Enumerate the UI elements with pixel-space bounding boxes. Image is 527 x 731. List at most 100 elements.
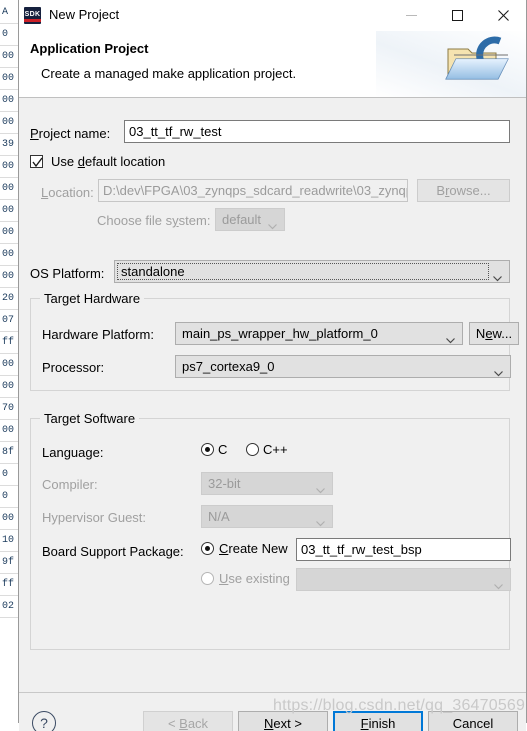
background-hex-fragment: ff: [2, 579, 15, 590]
target-software-group: Target Software Language: C C++ Compiler…: [30, 411, 511, 650]
choose-file-system-label: Choose file system:: [97, 213, 211, 228]
language-radio-cpp[interactable]: C++: [246, 442, 288, 457]
background-hex-fragment: 0: [2, 491, 9, 502]
background-hex-fragment: 00: [2, 183, 15, 194]
background-hex-fragment: 8f: [2, 447, 15, 458]
board-support-package-label: Board Support Package:: [42, 544, 184, 559]
background-hex-fragment: 00: [2, 95, 15, 106]
project-name-label: Project name:: [30, 126, 111, 141]
processor-combo[interactable]: ps7_cortexa9_0: [175, 355, 511, 378]
help-icon: ?: [40, 715, 48, 731]
dialog-footer: ? < Back Next > Finish Cancel: [19, 692, 526, 731]
background-hex-fragment: 00: [2, 359, 15, 370]
radio-cpp-icon[interactable]: [246, 443, 259, 456]
chevron-down-icon: [316, 482, 325, 495]
new-button-label: New...: [475, 326, 513, 341]
hardware-platform-label: Hardware Platform:: [42, 327, 154, 342]
minimize-icon: [405, 15, 417, 16]
hypervisor-guest-label: Hypervisor Guest:: [42, 510, 147, 525]
background-hex-fragment: 00: [2, 513, 15, 524]
hypervisor-guest-combo: N/A: [201, 505, 333, 528]
os-platform-value: standalone: [121, 264, 185, 279]
page-title: Application Project: [30, 41, 149, 56]
location-label-wrap: Location:: [41, 184, 94, 202]
cancel-label: Cancel: [452, 715, 494, 731]
background-hex-fragment: 02: [2, 601, 15, 612]
location-label: Location:: [41, 185, 94, 200]
background-hex-fragment: 39: [2, 139, 15, 150]
background-hex-fragment: 00: [2, 51, 15, 62]
compiler-label-wrap: Compiler:: [42, 476, 98, 494]
chevron-down-icon: [493, 270, 502, 283]
background-hex-fragment: 00: [2, 249, 15, 260]
radio-use-existing-icon: [201, 572, 214, 585]
help-button[interactable]: ?: [32, 711, 56, 731]
maximize-icon: [451, 10, 463, 21]
bsp-create-new-radio-row[interactable]: Create New: [201, 541, 288, 556]
background-hex-fragment: 0: [2, 29, 9, 40]
background-hex-fragment: 00: [2, 271, 15, 282]
background-hex-fragment: 0: [2, 469, 9, 480]
chevron-down-icon: [494, 578, 503, 591]
bsp-create-new-input[interactable]: 03_tt_tf_rw_test_bsp: [296, 538, 511, 561]
browse-button: Browse...: [417, 179, 510, 202]
project-name-input[interactable]: 03_tt_tf_rw_test: [124, 120, 510, 143]
bsp-label-wrap: Board Support Package:: [42, 543, 184, 561]
hardware-platform-combo[interactable]: main_ps_wrapper_hw_platform_0: [175, 322, 463, 345]
background-hex-fragment: 70: [2, 403, 15, 414]
sdk-icon-label: SDK: [24, 10, 41, 18]
finish-button[interactable]: Finish: [333, 711, 423, 731]
new-hardware-platform-button[interactable]: New...: [469, 322, 519, 345]
background-hex-fragment: 00: [2, 161, 15, 172]
os-platform-label: OS Platform:: [30, 266, 105, 281]
next-button[interactable]: Next >: [238, 711, 328, 731]
new-project-dialog: SDK New Project Application Project Crea…: [18, 0, 527, 731]
chevron-down-icon: [268, 218, 277, 231]
os-platform-combo[interactable]: standalone: [114, 260, 510, 283]
language-label-wrap: Language:: [42, 444, 103, 462]
window-controls: [388, 0, 526, 31]
checkmark-icon: [32, 157, 43, 168]
project-name-label-wrap: Project name:: [30, 125, 110, 143]
processor-value: ps7_cortexa9_0: [182, 359, 275, 374]
target-hardware-group: Target Hardware Hardware Platform: main_…: [30, 291, 519, 391]
cancel-button[interactable]: Cancel: [428, 711, 518, 731]
processor-label-wrap: Processor:: [42, 359, 104, 377]
folder-c-icon: [440, 35, 516, 97]
window-title: New Project: [49, 7, 120, 22]
use-default-location-row[interactable]: Use default location: [30, 154, 165, 169]
background-hex-fragment: 00: [2, 205, 15, 216]
radio-create-new-icon[interactable]: [201, 542, 214, 555]
compiler-combo: 32-bit: [201, 472, 333, 495]
use-default-location-label: Use default location: [51, 154, 166, 169]
target-software-title: Target Software: [40, 411, 140, 426]
compiler-value: 32-bit: [208, 476, 241, 491]
bsp-use-existing-combo: [296, 568, 511, 591]
chevron-down-icon: [316, 515, 325, 528]
choose-file-system-combo: default: [215, 208, 285, 231]
compiler-label: Compiler:: [42, 477, 98, 492]
location-input: D:\dev\FPGA\03_zynqps_sdcard_readwrite\0…: [98, 179, 408, 202]
browse-label: Browse...: [436, 183, 491, 198]
background-hex-fragment: 00: [2, 381, 15, 392]
bsp-use-existing-label: Use existing: [219, 571, 290, 586]
processor-label: Processor:: [42, 360, 105, 375]
finish-label: Finish: [360, 715, 396, 731]
project-name-value: 03_tt_tf_rw_test: [129, 124, 222, 139]
background-hex-fragment: 00: [2, 227, 15, 238]
language-radio-c[interactable]: C: [201, 442, 227, 457]
radio-c-icon[interactable]: [201, 443, 214, 456]
dialog-titlebar[interactable]: SDK New Project: [19, 0, 526, 31]
bsp-create-new-value: 03_tt_tf_rw_test_bsp: [301, 542, 422, 557]
location-value: D:\dev\FPGA\03_zynqps_sdcard_readwrite\0…: [103, 183, 408, 198]
minimize-button[interactable]: [388, 0, 434, 31]
target-hardware-title: Target Hardware: [40, 291, 145, 306]
maximize-button[interactable]: [434, 0, 480, 31]
use-default-location-checkbox[interactable]: [30, 155, 43, 168]
close-button[interactable]: [480, 0, 526, 31]
background-hex-fragment: ff: [2, 337, 15, 348]
sdk-icon-accent: [24, 19, 41, 22]
back-button: < Back: [143, 711, 233, 731]
next-label: Next >: [264, 715, 302, 731]
bsp-use-existing-radio-row: Use existing: [201, 571, 290, 586]
